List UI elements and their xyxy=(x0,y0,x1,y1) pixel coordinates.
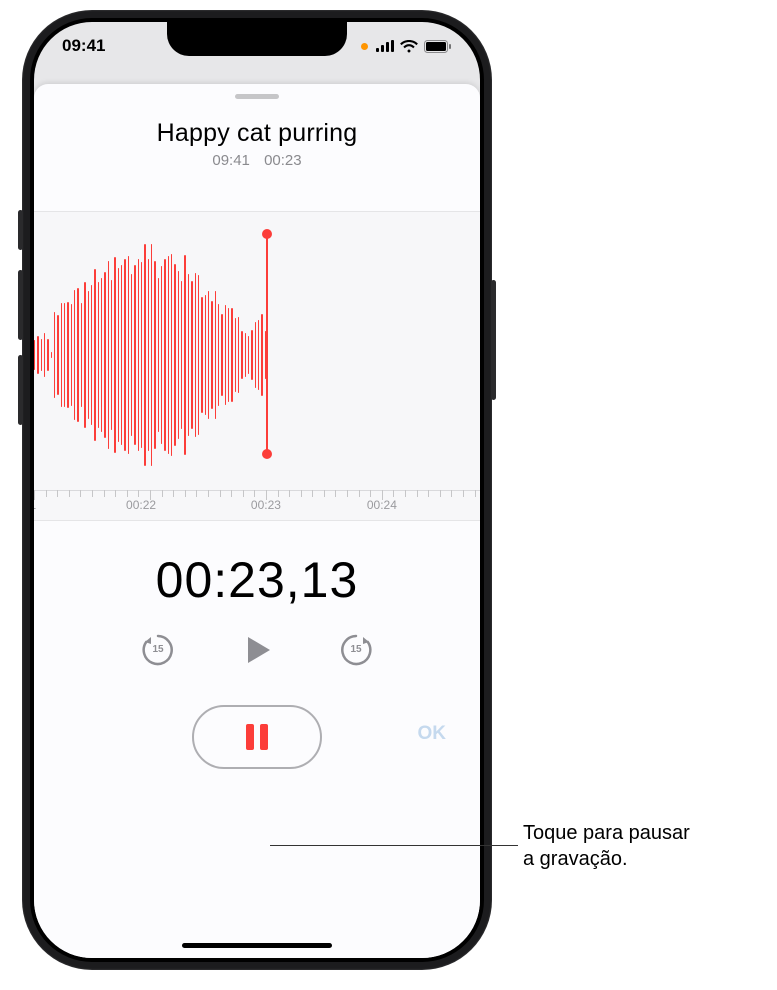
side-button-vol-up xyxy=(18,270,23,340)
skip-back-button[interactable]: 15 xyxy=(139,631,177,669)
callout-leader xyxy=(270,845,518,846)
recording-sheet: Happy cat purring 09:41 00:23 21 00:22 xyxy=(34,84,480,958)
recording-title[interactable]: Happy cat purring xyxy=(34,119,480,148)
battery-icon xyxy=(424,40,452,53)
status-time: 09:41 xyxy=(62,36,105,56)
tick-label: 00:24 xyxy=(367,498,397,512)
pause-record-button[interactable] xyxy=(192,705,322,769)
playback-controls: 15 15 xyxy=(34,631,480,669)
play-button[interactable] xyxy=(239,632,275,668)
skip-forward-value: 15 xyxy=(350,644,361,655)
screen: 09:41 Happy cat purring 09:41 xyxy=(34,22,480,958)
skip-back-value: 15 xyxy=(152,644,163,655)
waveform-area[interactable]: 21 00:22 00:23 00:24 0 xyxy=(34,211,480,521)
callout-text: Toque para pausar a gravação. xyxy=(523,820,690,872)
timeline-ruler[interactable]: 21 00:22 00:23 00:24 0 xyxy=(34,490,480,520)
recording-meta-duration: 00:23 xyxy=(264,152,302,169)
recording-meta: 09:41 00:23 xyxy=(34,152,480,169)
home-indicator[interactable] xyxy=(182,943,332,948)
sheet-grabber[interactable] xyxy=(235,94,279,99)
tick-label: 00:23 xyxy=(251,498,281,512)
recording-meta-time: 09:41 xyxy=(212,152,250,169)
done-button[interactable]: OK xyxy=(418,723,447,745)
phone-frame: 09:41 Happy cat purring 09:41 xyxy=(22,10,492,970)
elapsed-time: 00:23,13 xyxy=(34,551,480,609)
skip-forward-button[interactable]: 15 xyxy=(337,631,375,669)
pause-icon xyxy=(246,724,268,750)
side-button-power xyxy=(491,280,496,400)
callout-line1: Toque para pausar xyxy=(523,820,690,846)
tick-label: 00:22 xyxy=(126,498,156,512)
cell-signal-icon xyxy=(376,40,394,52)
callout-line2: a gravação. xyxy=(523,846,690,872)
tick-label: 21 xyxy=(34,498,36,512)
wifi-icon xyxy=(400,40,418,53)
playhead[interactable] xyxy=(266,234,268,454)
mic-indicator-icon xyxy=(361,43,368,50)
notch xyxy=(167,22,347,56)
side-button-mute xyxy=(18,210,23,250)
side-button-vol-down xyxy=(18,355,23,425)
